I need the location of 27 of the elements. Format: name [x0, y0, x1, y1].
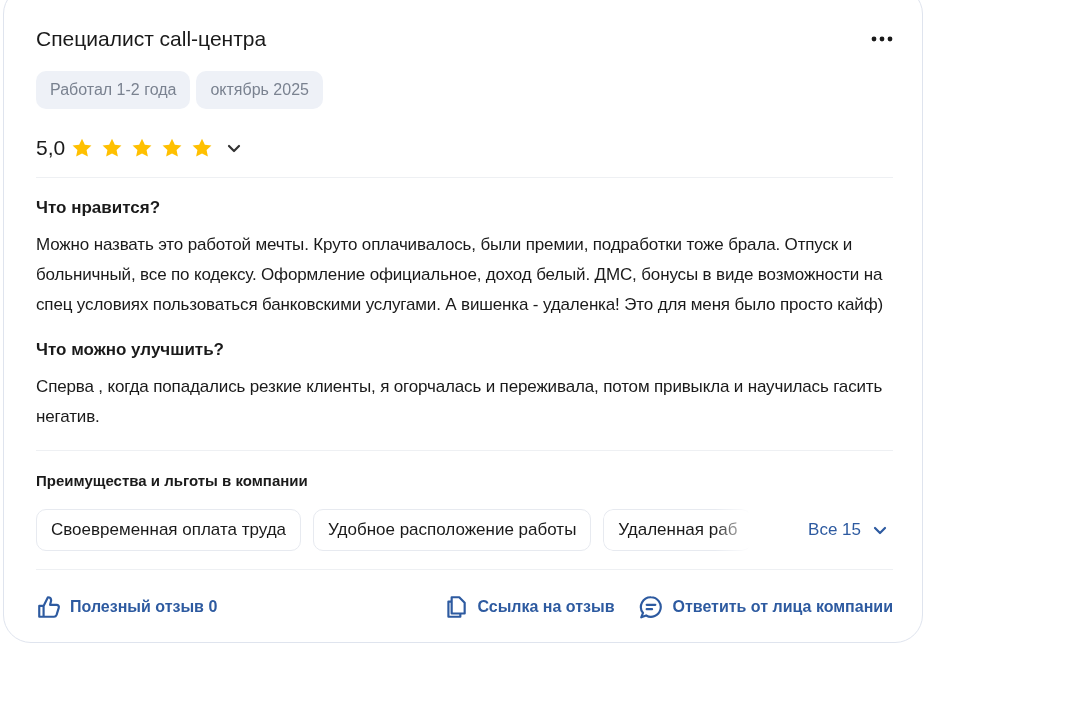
- more-icon: [871, 36, 893, 42]
- tag: Работал 1-2 года: [36, 71, 191, 109]
- chevron-down-icon: [227, 143, 242, 153]
- chat-icon: [638, 594, 665, 620]
- show-all-button[interactable]: Все 15: [808, 520, 893, 540]
- more-button[interactable]: [871, 34, 893, 44]
- action-link[interactable]: Полезный отзыв 0: [36, 594, 218, 620]
- thumbs-up-icon: [36, 594, 62, 620]
- action-link[interactable]: Ответить от лица компании: [638, 594, 893, 620]
- section-heading: Что можно улучшить?: [36, 340, 225, 360]
- benefit-chip: Удобное расположение работы: [313, 509, 592, 551]
- benefit-chip: Своевременная оплата труда: [36, 509, 302, 551]
- review-text: Можно назвать это работой мечты. Круто оплачивалось, были премии, подработки тоже брала. Отпуск и больничный, все по кодексу. Оформление официальное, доход белый. ДМС, бонусы в виде возможности на спец условиях пользоваться банковскими услугами. А вишенка - удаленка! Это для меня было просто кайф): [36, 234, 884, 316]
- review-title: Специалист call-центра: [36, 27, 267, 51]
- action-link[interactable]: Ссылка на отзыв: [443, 594, 615, 620]
- tag: октябрь 2025: [196, 71, 323, 109]
- review-text: Сперва , когда попадались резкие клиенты, я огорчалась и переживала, потом привыкла и научилась гасить негатив.: [36, 376, 884, 428]
- expand-button[interactable]: [227, 143, 242, 153]
- star-icon: [131, 137, 154, 159]
- star-icon: [191, 137, 214, 159]
- star-icon: [101, 137, 124, 159]
- chevron-down-icon: [873, 525, 887, 535]
- star-icon: [71, 137, 94, 159]
- section-heading: Что нравится?: [36, 198, 162, 218]
- star-icon: [161, 137, 184, 159]
- benefits-heading: Преимущества и льготы в компании: [36, 472, 309, 489]
- rating-score: 5,0: [36, 136, 66, 160]
